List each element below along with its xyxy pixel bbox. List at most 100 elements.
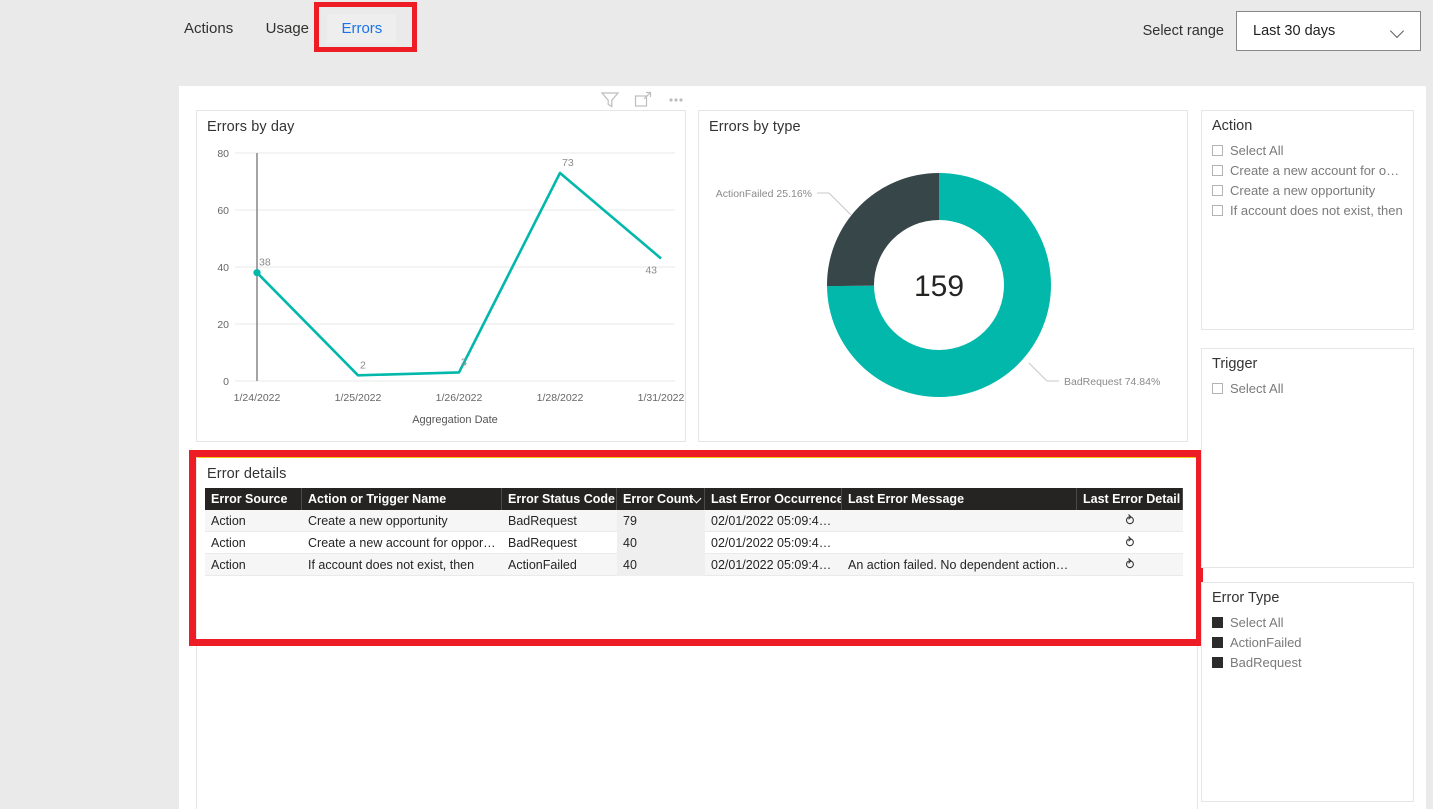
svg-text:1/24/2022: 1/24/2022 [234, 392, 281, 404]
filter-item-label: BadRequest [1230, 655, 1302, 670]
error-details-table[interactable]: Error details Error Source Action or Tri… [196, 455, 1198, 809]
col-error-status-code[interactable]: Error Status Code [502, 488, 617, 510]
svg-text:1/31/2022: 1/31/2022 [638, 392, 685, 404]
filter-action-item[interactable]: If account does not exist, then [1212, 200, 1403, 220]
tab-actions[interactable]: Actions [170, 14, 247, 43]
range-dropdown-value: Last 30 days [1253, 23, 1335, 39]
svg-text:1/25/2022: 1/25/2022 [335, 392, 382, 404]
open-detail-icon[interactable]: ⥁ [1077, 554, 1183, 576]
filter-error-type-item[interactable]: BadRequest [1212, 652, 1403, 672]
cell-error-source: Action [205, 554, 302, 576]
col-last-error-detail[interactable]: Last Error Detail [1077, 488, 1183, 510]
range-selector-area: Select range Last 30 days [1143, 11, 1421, 51]
open-detail-icon[interactable]: ⥁ [1077, 532, 1183, 554]
cell-error-source: Action [205, 510, 302, 532]
cell-error-status-code: BadRequest [502, 510, 617, 532]
range-dropdown[interactable]: Last 30 days [1236, 11, 1421, 51]
svg-text:80: 80 [217, 148, 229, 160]
table-body-wrapper: Error Source Action or Trigger Name Erro… [205, 488, 1183, 576]
filter-icon[interactable] [600, 90, 620, 110]
checkbox-unchecked-icon[interactable] [1212, 185, 1223, 196]
focus-mode-icon[interactable] [633, 90, 653, 110]
filter-card-error-type[interactable]: Error Type Select All ActionFailed BadRequ… [1201, 582, 1414, 802]
svg-text:40: 40 [217, 262, 229, 274]
open-detail-icon[interactable]: ⥁ [1077, 510, 1183, 532]
svg-text:20: 20 [217, 319, 229, 331]
cell-error-source: Action [205, 532, 302, 554]
svg-text:ActionFailed 25.16%: ActionFailed 25.16% [716, 188, 812, 200]
filter-action-list: Select All Create a new account for op...… [1202, 138, 1413, 220]
svg-text:2: 2 [360, 359, 366, 371]
filter-error-type-title: Error Type [1202, 583, 1413, 610]
select-range-label: Select range [1143, 23, 1224, 39]
svg-text:3: 3 [461, 356, 467, 368]
cell-error-count: 40 [617, 554, 705, 576]
cell-last-error-occurrence: 02/01/2022 05:09:49 AM [705, 510, 842, 532]
tab-usage[interactable]: Usage [252, 14, 323, 43]
checkbox-checked-icon[interactable] [1212, 617, 1223, 628]
tab-group: Actions Usage Errors [170, 14, 396, 43]
filter-action-item[interactable]: Create a new account for op... [1212, 160, 1403, 180]
top-bar: Actions Usage Errors Select range Last 3… [0, 0, 1433, 86]
errors-by-day-chart[interactable]: Errors by day 020406080382373431/24/2022… [196, 110, 686, 442]
cell-action-or-trigger-name: Create a new opportunity [302, 510, 502, 532]
tab-errors[interactable]: Errors [327, 14, 396, 43]
filter-item-label: Select All [1230, 381, 1283, 396]
table-row[interactable]: ActionCreate a new account for opportuni… [205, 532, 1183, 554]
analytics-page: Actions Usage Errors Select range Last 3… [0, 0, 1433, 809]
report-canvas: Errors by day 020406080382373431/24/2022… [179, 86, 1426, 809]
svg-text:0: 0 [223, 376, 229, 388]
errors-by-type-chart[interactable]: Errors by type 159ActionFailed 25.16%Bad… [698, 110, 1188, 442]
errors-by-day-title: Errors by day [197, 111, 685, 135]
checkbox-unchecked-icon[interactable] [1212, 383, 1223, 394]
errors-by-type-title: Errors by type [699, 111, 1187, 135]
table-row[interactable]: ActionIf account does not exist, thenAct… [205, 554, 1183, 576]
tab-bar: Actions Usage Errors [170, 14, 396, 43]
errors-by-day-plot: 020406080382373431/24/20221/25/20221/26/… [197, 135, 685, 435]
more-options-icon[interactable] [666, 90, 686, 110]
cell-last-error-message: An action failed. No dependent actions s… [842, 554, 1077, 576]
cell-action-or-trigger-name: If account does not exist, then [302, 554, 502, 576]
filter-error-type-item[interactable]: Select All [1212, 612, 1403, 632]
cell-error-count: 79 [617, 510, 705, 532]
filter-trigger-item[interactable]: Select All [1212, 378, 1403, 398]
filter-action-item[interactable]: Select All [1212, 140, 1403, 160]
chevron-down-icon [693, 495, 698, 504]
cell-last-error-occurrence: 02/01/2022 05:09:46 AM [705, 532, 842, 554]
errors-by-type-plot: 159ActionFailed 25.16%BadRequest 74.84% [699, 135, 1187, 435]
col-last-error-message[interactable]: Last Error Message [842, 488, 1077, 510]
table-rows-container: ActionCreate a new opportunityBadRequest… [205, 510, 1183, 576]
checkbox-checked-icon[interactable] [1212, 637, 1223, 648]
checkbox-checked-icon[interactable] [1212, 657, 1223, 668]
svg-text:Aggregation Date: Aggregation Date [412, 414, 498, 426]
table-header-row: Error Source Action or Trigger Name Erro… [205, 488, 1183, 510]
cell-error-status-code: BadRequest [502, 532, 617, 554]
filter-trigger-list: Select All [1202, 376, 1413, 398]
error-details-title: Error details [197, 458, 1197, 482]
filter-error-type-list: Select All ActionFailed BadRequest [1202, 610, 1413, 672]
table-row[interactable]: ActionCreate a new opportunityBadRequest… [205, 510, 1183, 532]
filter-card-action[interactable]: Action Select AllCreate a new account fo… [1201, 110, 1414, 330]
svg-text:38: 38 [259, 257, 271, 269]
filter-action-item[interactable]: Create a new opportunity [1212, 180, 1403, 200]
checkbox-unchecked-icon[interactable] [1212, 205, 1223, 216]
filter-item-label: ActionFailed [1230, 635, 1302, 650]
svg-text:73: 73 [562, 157, 574, 169]
cell-last-error-message [842, 510, 1077, 532]
filter-item-label: If account does not exist, then [1230, 203, 1403, 218]
col-action-or-trigger-name[interactable]: Action or Trigger Name [302, 488, 502, 510]
svg-text:159: 159 [914, 270, 964, 303]
col-error-source[interactable]: Error Source [205, 488, 302, 510]
chevron-down-icon [1390, 26, 1406, 36]
checkbox-unchecked-icon[interactable] [1212, 165, 1223, 176]
col-error-count[interactable]: Error Count [617, 488, 705, 510]
cell-last-error-message [842, 532, 1077, 554]
col-last-error-occurrence[interactable]: Last Error Occurrence [705, 488, 842, 510]
filter-item-label: Select All [1230, 143, 1283, 158]
filter-card-trigger[interactable]: Trigger Select All [1201, 348, 1414, 568]
svg-text:43: 43 [645, 264, 657, 276]
filter-error-type-item[interactable]: ActionFailed [1212, 632, 1403, 652]
checkbox-unchecked-icon[interactable] [1212, 145, 1223, 156]
filter-item-label: Select All [1230, 615, 1283, 630]
cell-action-or-trigger-name: Create a new account for opportunity [302, 532, 502, 554]
